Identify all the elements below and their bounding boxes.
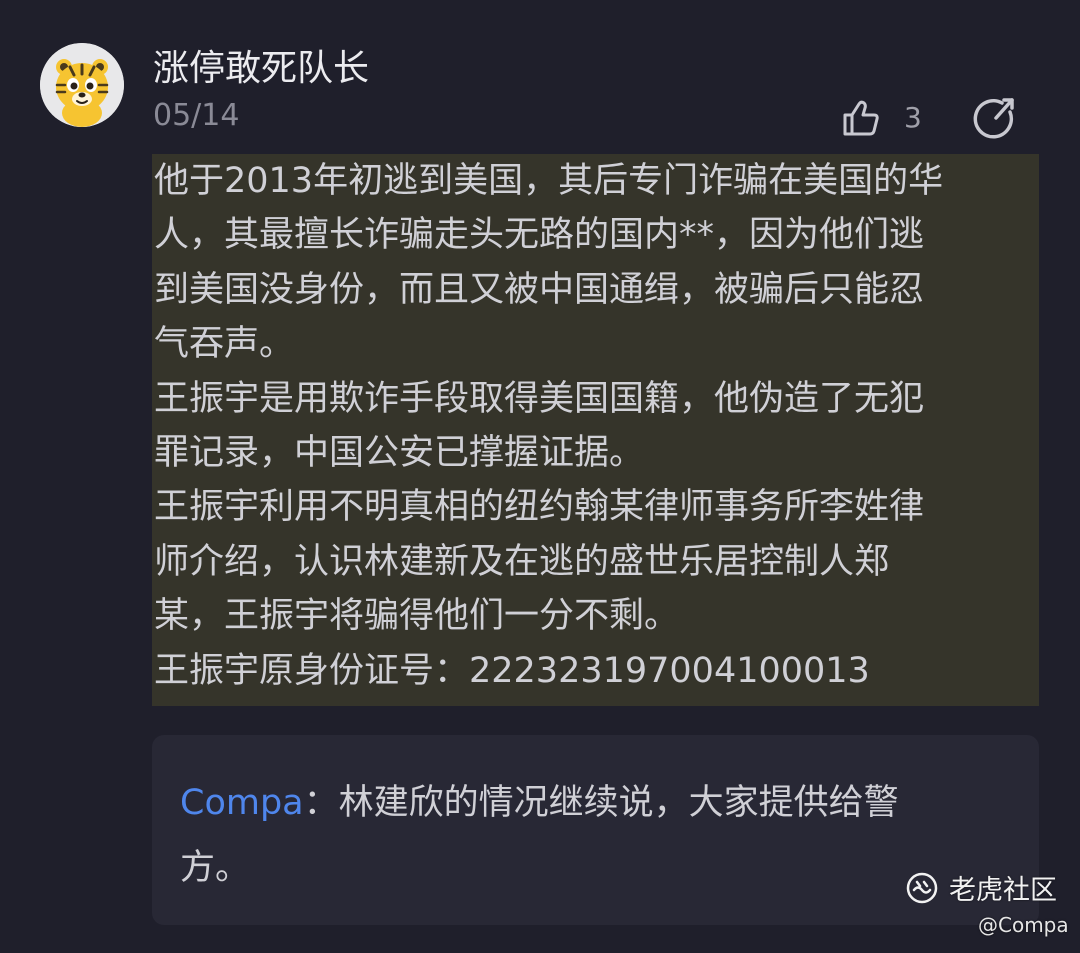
post-text-line: 师介绍，认识林建新及在逃的盛世乐居控制人郑 <box>154 541 890 582</box>
reply-separator: ： <box>303 783 339 823</box>
reply-text-line-2: 方。 <box>180 848 251 888</box>
reply-author-link[interactable]: Compa <box>180 783 304 823</box>
tiger-avatar-icon <box>40 43 124 127</box>
like-button[interactable]: 3 <box>840 94 922 142</box>
post-text-line: 气吞声。 <box>154 324 295 365</box>
post-text-line: 王振宇原身份证号：222323197004100013 <box>154 650 870 691</box>
post-text-line: 某，王振宇将骗得他们一分不剩。 <box>154 596 680 637</box>
watermark-handle: @Compa <box>978 913 1069 937</box>
reply-text-line-1: Compa：林建欣的情况继续说，大家提供给警 <box>180 773 899 833</box>
user-avatar[interactable] <box>40 43 124 127</box>
post-body-highlighted[interactable]: 他于2013年初逃到美国，其后专门诈骗在美国的华 人，其最擅长诈骗走头无路的国内… <box>152 154 1039 706</box>
post-text-line: 罪记录，中国公安已撑握证据。 <box>154 432 645 473</box>
thumbs-up-icon <box>843 100 879 136</box>
post-text-line: 人，其最擅长诈骗走头无路的国内**，因为他们逃 <box>154 215 925 256</box>
post-author-name[interactable]: 涨停敢死队长 <box>153 44 369 94</box>
post-text-line: 王振宇是用欺诈手段取得美国国籍，他伪造了无犯 <box>154 378 925 419</box>
post-date: 05/14 <box>153 98 240 133</box>
post-text-line: 到美国没身份，而且又被中国通缉，被骗后只能忍 <box>154 269 925 310</box>
tiger-logo-icon <box>906 872 938 903</box>
share-button[interactable] <box>972 96 1018 142</box>
share-icon <box>973 98 1014 139</box>
watermark: 老虎社区 <box>905 868 1057 907</box>
reply-text: 林建欣的情况继续说，大家提供给警 <box>338 783 899 823</box>
post-text-line: 王振宇利用不明真相的纽约翰某律师事务所李姓律 <box>154 487 925 528</box>
like-count: 3 <box>904 101 922 134</box>
post-page: 涨停敢死队长 05/14 3 他于2013年初逃到美国，其后专门诈骗在美国的华 … <box>0 0 1080 953</box>
post-text-line: 他于2013年初逃到美国，其后专门诈骗在美国的华 <box>154 161 944 201</box>
watermark-brand: 老虎社区 <box>949 875 1057 906</box>
